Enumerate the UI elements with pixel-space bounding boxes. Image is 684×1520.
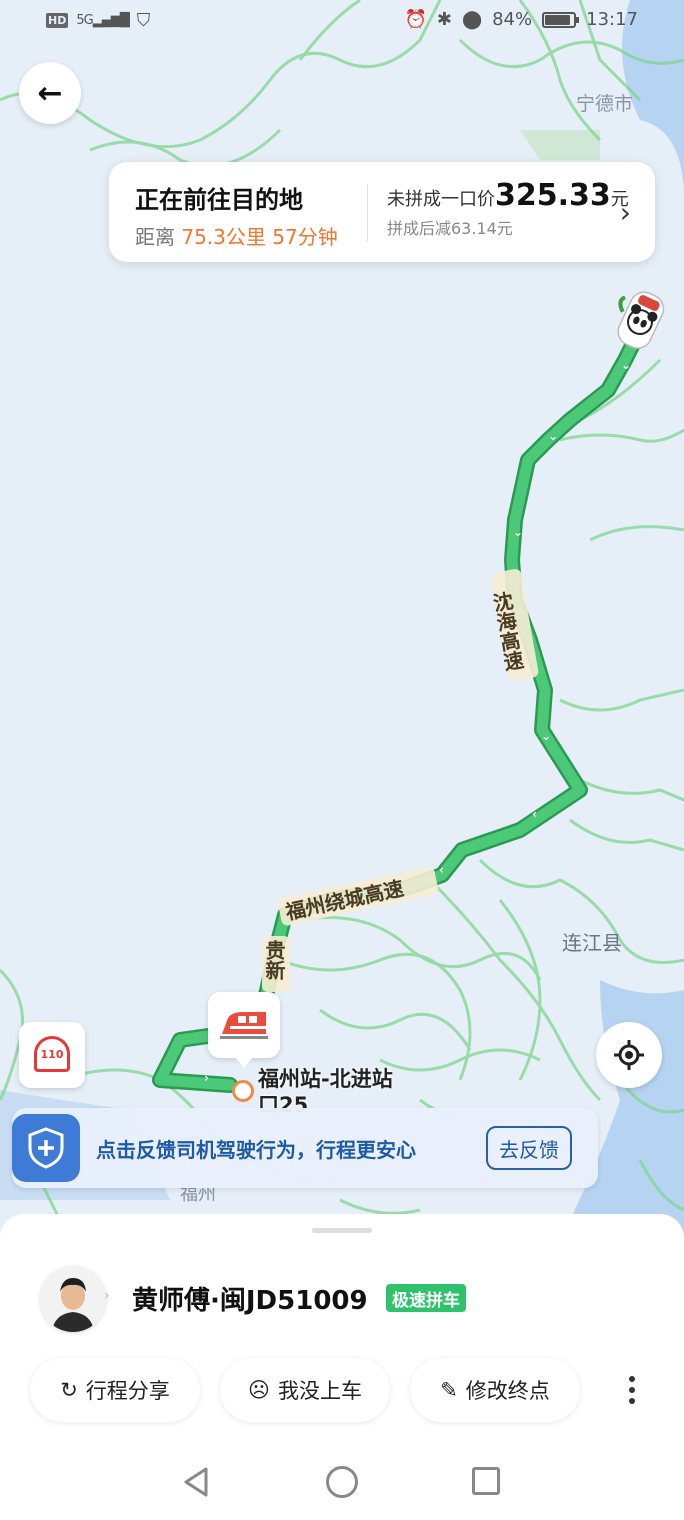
svg-text:⌄: ⌄: [548, 429, 558, 443]
locate-me-button[interactable]: [596, 1022, 662, 1088]
nav-home-icon[interactable]: [326, 1466, 358, 1498]
feedback-button[interactable]: 去反馈: [486, 1126, 572, 1170]
destination-marker[interactable]: [208, 992, 280, 1068]
svg-text:‹: ‹: [532, 807, 537, 821]
location-icon: ⬤: [461, 9, 483, 30]
change-destination-button[interactable]: ✎ 修改终点: [410, 1358, 580, 1422]
trip-status-card[interactable]: 正在前往目的地 距离 75.3公里 57分钟 未拼成一口价325.33元 拼成后…: [109, 162, 655, 262]
road-label-guixin: 贵新: [262, 940, 286, 981]
shield-plus-icon: [12, 1114, 80, 1182]
driver-feedback-banner[interactable]: 点击反馈司机驾驶行为，行程更安心 去反馈: [12, 1108, 598, 1188]
svg-text:‹: ‹: [439, 863, 444, 877]
price-value: 325.33: [495, 178, 611, 213]
chevron-right-icon[interactable]: ›: [620, 196, 631, 229]
alarm-icon: ⏰: [404, 9, 427, 30]
sheet-drag-handle[interactable]: [312, 1228, 372, 1233]
svg-text:⌄: ⌄: [541, 729, 551, 743]
svg-text:⌄: ⌄: [513, 525, 523, 539]
emergency-110-button[interactable]: 110: [19, 1022, 85, 1088]
share-icon: ↻: [60, 1378, 78, 1402]
carpool-badge: 极速拼车: [386, 1284, 466, 1312]
share-trip-button[interactable]: ↻ 行程分享: [30, 1358, 200, 1422]
battery-text: 84%: [492, 9, 533, 30]
bluetooth-icon: ✱: [436, 9, 452, 30]
vpn-shield-icon: ⛉: [136, 10, 151, 31]
nav-recents-icon[interactable]: [472, 1467, 500, 1495]
status-bar: HD 5G▂▄▆█ ⛉ ⏰ ✱ ⬤ 84% 13:17: [0, 0, 684, 44]
trip-eta: 57分钟: [272, 225, 338, 249]
trip-distance: 75.3公里: [181, 225, 266, 249]
sad-face-icon: ☹: [248, 1378, 270, 1402]
svg-text:⌄: ⌄: [621, 358, 631, 372]
system-navigation-bar: [0, 1440, 684, 1520]
trip-distance-eta: 距离 75.3公里 57分钟: [135, 225, 338, 249]
trip-status-title: 正在前往目的地: [135, 186, 303, 214]
trip-discount: 拼成后减63.14元: [387, 219, 513, 238]
battery-icon: [542, 11, 580, 28]
place-label-lianjiang: 连江县: [562, 931, 622, 955]
chevron-right-icon: ›: [104, 1288, 110, 1304]
trip-price: 未拼成一口价325.33元: [387, 178, 629, 213]
not-boarded-button[interactable]: ☹ 我没上车: [220, 1358, 390, 1422]
clock: 13:17: [586, 9, 638, 30]
train-icon: [220, 1012, 268, 1039]
driver-name-plate: 黄师傅·闽JD51009: [132, 1286, 368, 1316]
pencil-icon: ✎: [440, 1378, 458, 1402]
place-label-ningde: 宁德市: [576, 93, 633, 115]
card-divider: [367, 184, 368, 242]
arrow-left-icon: ←: [37, 75, 63, 111]
hd-indicator: HD: [46, 13, 69, 28]
feedback-text: 点击反馈司机驾驶行为，行程更安心: [96, 1138, 416, 1162]
more-options-icon[interactable]: [620, 1366, 644, 1414]
signal-icon: 5G▂▄▆█: [76, 13, 129, 28]
back-button[interactable]: ←: [19, 62, 81, 124]
destination-pin: [232, 1080, 254, 1102]
alarm-110-icon: 110: [34, 1036, 70, 1072]
nav-back-icon[interactable]: [182, 1466, 210, 1498]
crosshair-icon: [614, 1040, 644, 1070]
svg-text:›: ›: [204, 1071, 209, 1085]
driver-avatar[interactable]: [40, 1266, 106, 1332]
